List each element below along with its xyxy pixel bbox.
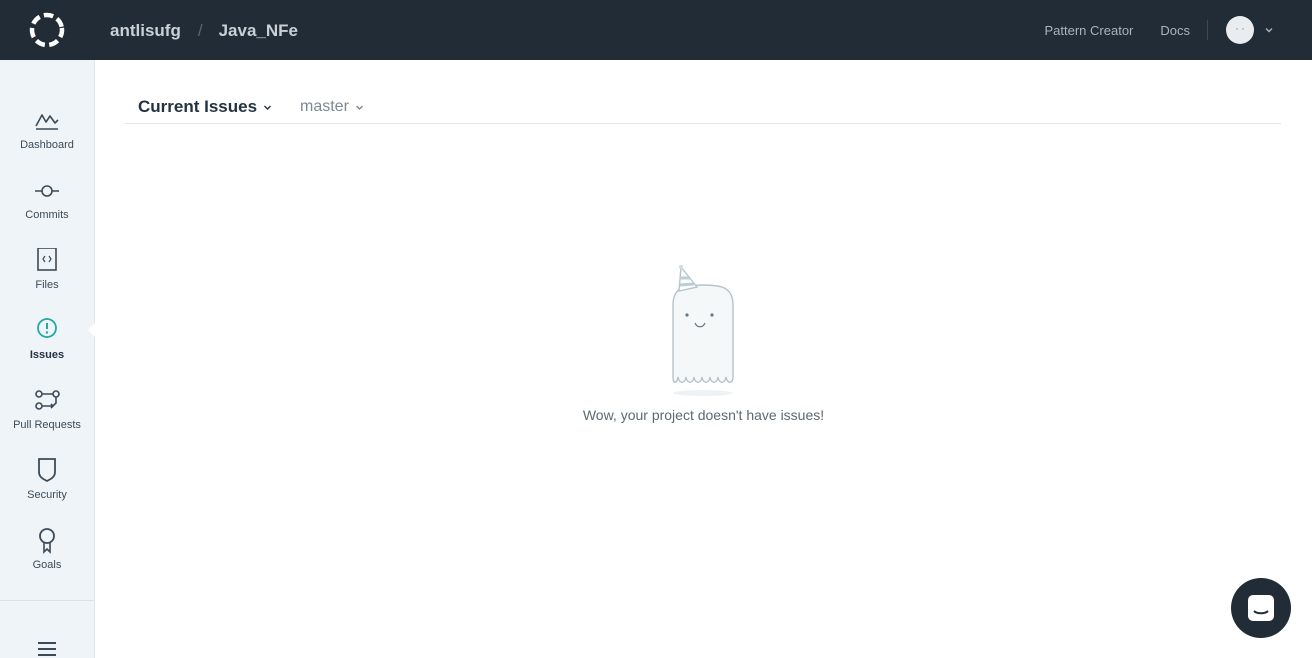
sidebar-item-label: Issues <box>29 349 65 361</box>
chat-icon <box>1248 595 1274 621</box>
sidebar-item-label: Goals <box>32 559 62 571</box>
breadcrumb-separator: / <box>197 21 203 40</box>
current-issues-label: Current Issues <box>138 97 258 116</box>
breadcrumb: antlisufg / Java_NFe <box>110 20 298 42</box>
dashboard-icon <box>35 114 59 130</box>
current-issues-dropdown[interactable]: Current Issues <box>138 96 272 118</box>
sidebar-item-label: Commits <box>25 209 69 221</box>
file-code-icon <box>37 248 57 271</box>
chat-launcher[interactable] <box>1231 578 1291 638</box>
sidebar-item-dashboard[interactable]: Dashboard <box>0 108 94 172</box>
sidebar-item-label: Pull Requests <box>13 419 81 431</box>
top-navbar: antlisufg / Java_NFe Pattern Creator Doc… <box>0 0 1312 60</box>
sidebar-item-label: Security <box>27 489 67 501</box>
nav-divider <box>1207 20 1208 40</box>
branch-dropdown[interactable]: master <box>300 96 364 118</box>
sidebar-item-security[interactable]: Security <box>0 458 94 522</box>
chevron-down-icon <box>264 105 272 110</box>
user-avatar[interactable] <box>1226 16 1254 44</box>
breadcrumb-repo[interactable]: Java_NFe <box>219 21 298 41</box>
sidebar-item-goals[interactable]: Goals <box>0 528 94 592</box>
empty-state-message: Wow, your project doesn't have issues! <box>582 407 825 423</box>
top-nav-links: Pattern Creator Docs <box>1045 0 1312 60</box>
codacy-logo-icon[interactable] <box>28 11 66 49</box>
issue-icon <box>37 318 57 338</box>
chevron-down-icon[interactable] <box>1264 25 1274 35</box>
active-indicator <box>88 323 95 337</box>
main-content: Current Issues master Wow, your project … <box>95 60 1312 658</box>
sidebar-item-commits[interactable]: Commits <box>0 178 94 242</box>
sidebar-item-pull-requests[interactable]: Pull Requests <box>0 388 94 452</box>
goal-icon <box>39 528 55 554</box>
breadcrumb-org[interactable]: antlisufg <box>110 21 181 41</box>
party-ghost-illustration <box>672 265 734 396</box>
issues-tabs: Current Issues master <box>125 96 1281 124</box>
sidebar-item-issues[interactable]: Issues <box>0 318 94 382</box>
shield-icon <box>38 458 56 483</box>
list-icon[interactable] <box>37 640 57 658</box>
sidebar-item-files[interactable]: Files <box>0 248 94 312</box>
docs-link[interactable]: Docs <box>1160 23 1190 38</box>
branch-label: master <box>300 98 349 115</box>
chevron-down-icon <box>355 105 363 110</box>
pattern-creator-link[interactable]: Pattern Creator <box>1045 23 1134 38</box>
pull-request-icon <box>35 390 60 410</box>
sidebar-item-label: Files <box>35 279 59 291</box>
sidebar: Dashboard Commits Files Issues Pull Requ… <box>0 60 95 658</box>
sidebar-divider <box>0 600 94 601</box>
sidebar-item-label: Dashboard <box>20 139 74 151</box>
commit-icon <box>35 185 59 197</box>
